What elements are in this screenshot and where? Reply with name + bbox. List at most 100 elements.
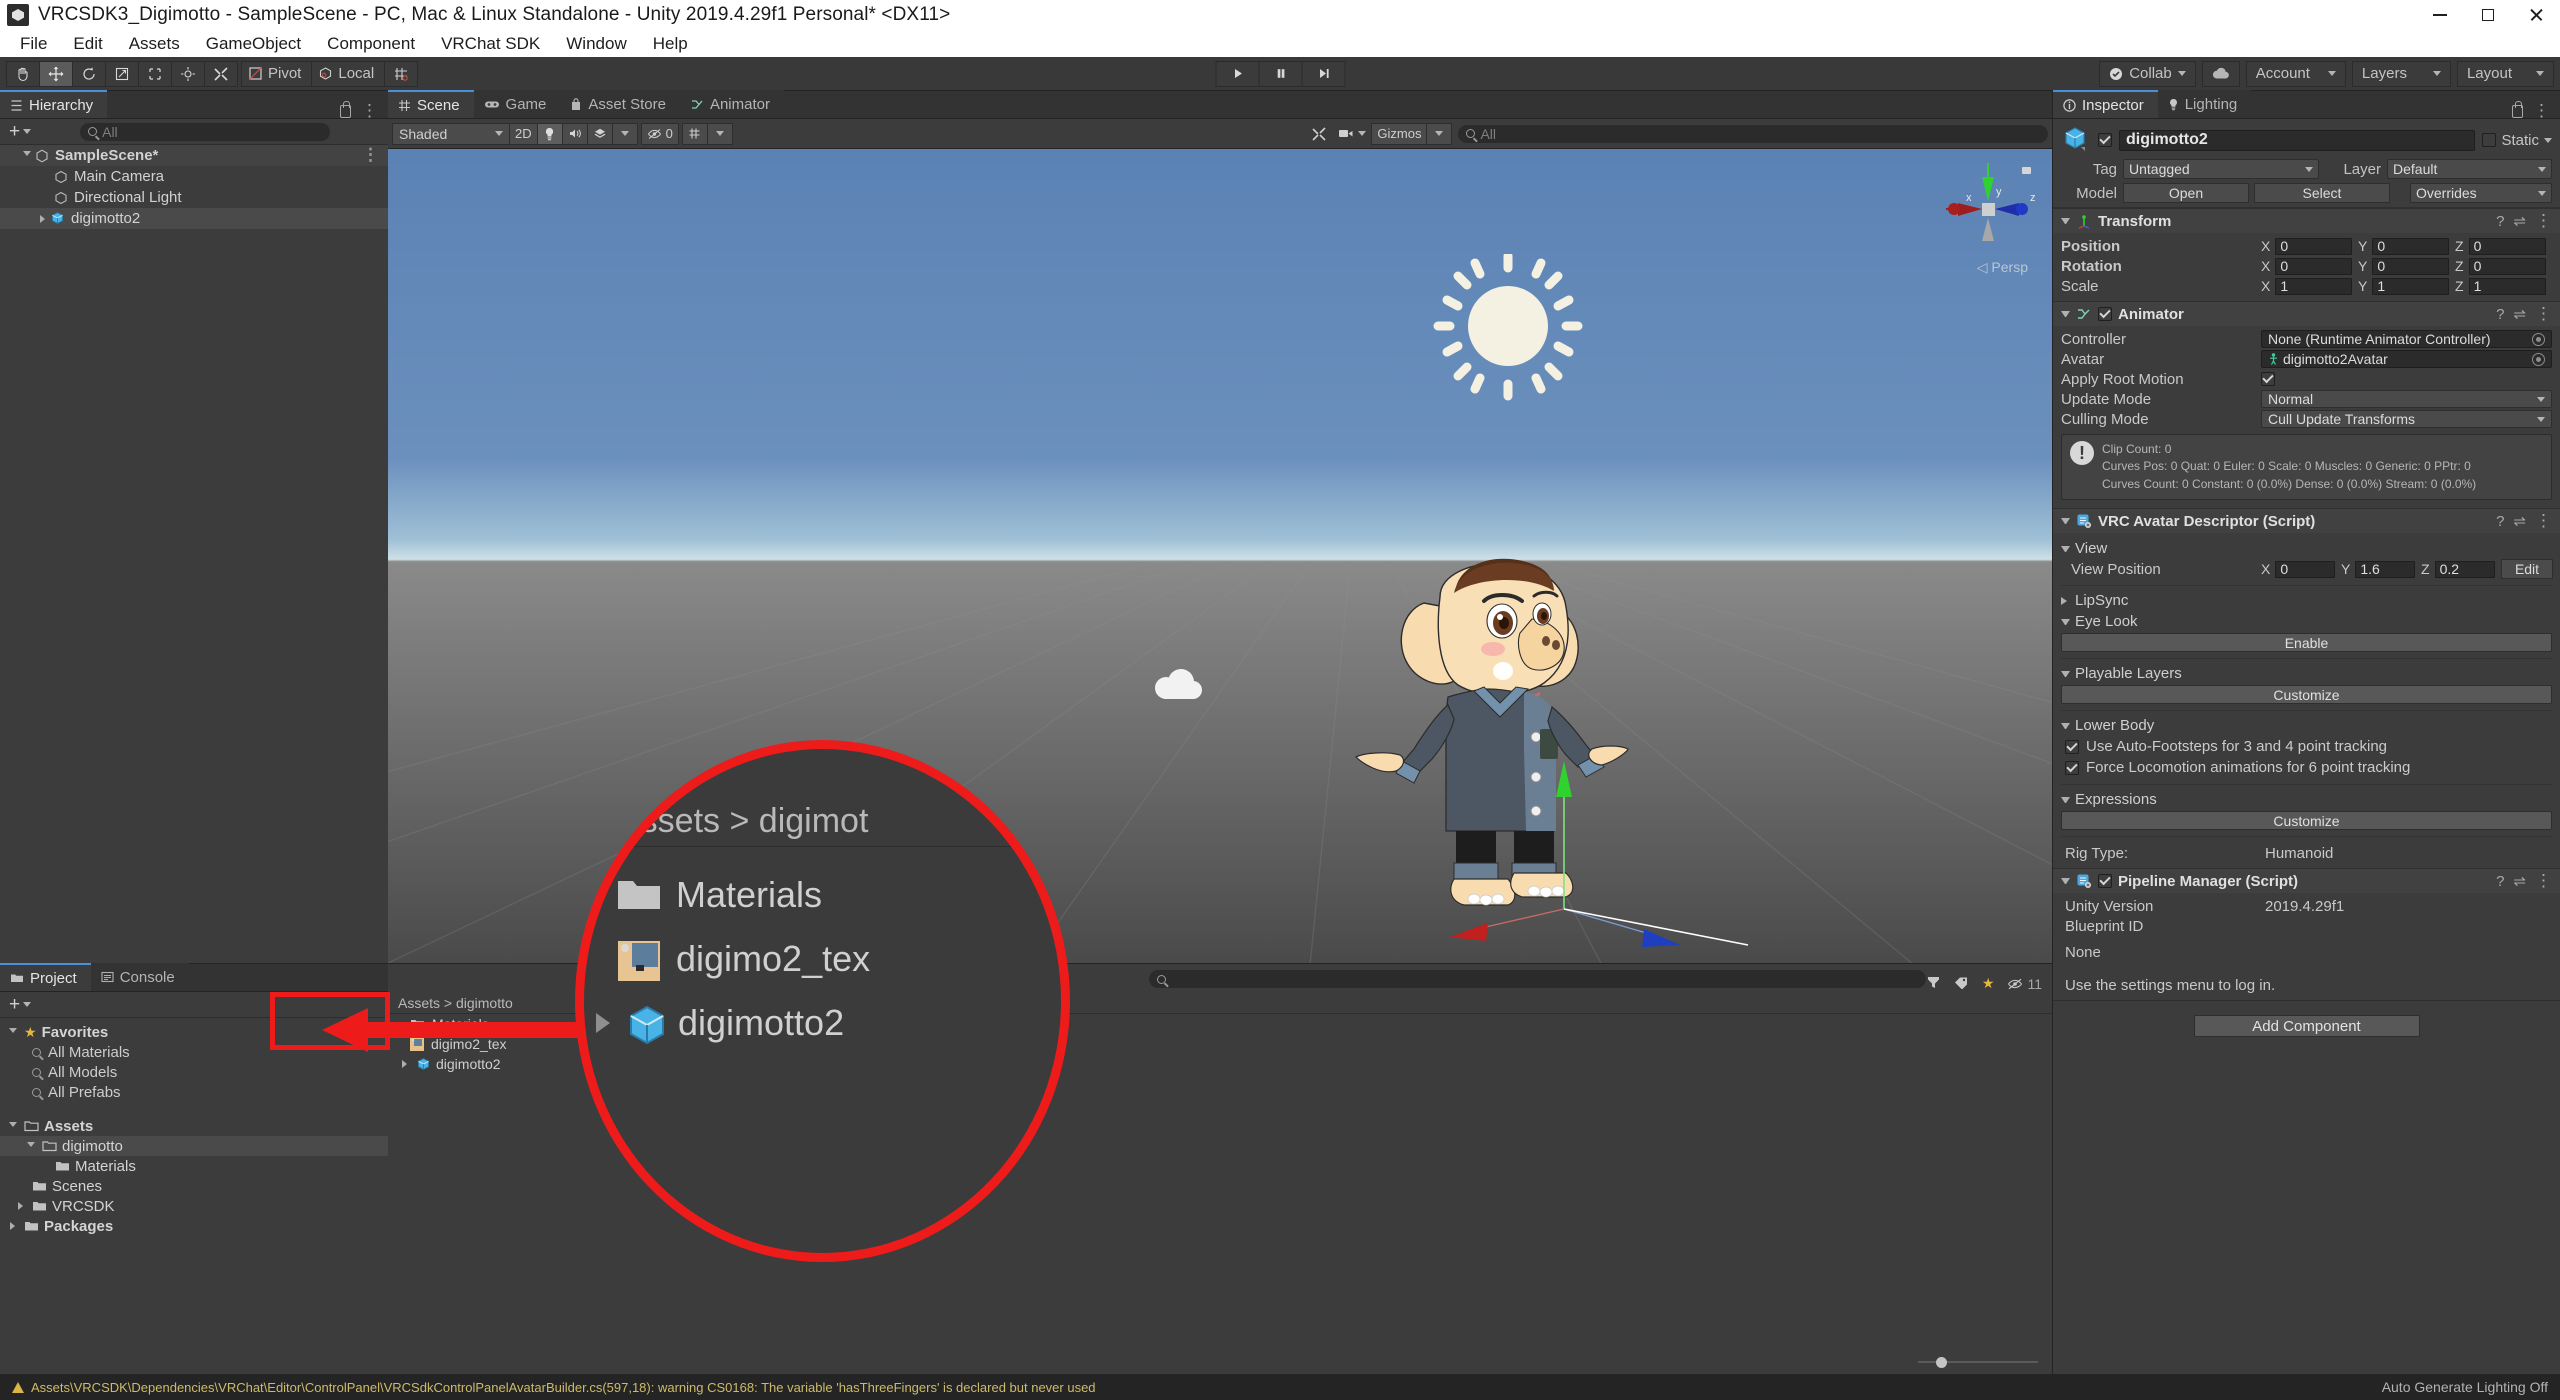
- inspector-menu-icon[interactable]: ⋮: [2533, 102, 2550, 119]
- menu-assets[interactable]: Assets: [116, 32, 193, 56]
- chevron-down-icon[interactable]: [2061, 722, 2070, 729]
- culling-mode-dropdown[interactable]: Cull Update Transforms: [2261, 410, 2552, 428]
- scene-camera-button[interactable]: [1332, 123, 1372, 145]
- scale-tool-button[interactable]: [105, 60, 139, 87]
- chevron-down-icon[interactable]: [2061, 518, 2070, 525]
- eyelook-section-header[interactable]: Eye Look: [2061, 613, 2552, 630]
- object-name-input[interactable]: digimotto2: [2119, 129, 2476, 151]
- project-tree-scenes[interactable]: Scenes: [0, 1176, 388, 1196]
- object-enabled-checkbox[interactable]: [2098, 133, 2112, 147]
- hierarchy-search-input[interactable]: All: [80, 122, 331, 141]
- status-bar[interactable]: Assets\VRCSDK\Dependencies\VRChat\Editor…: [0, 1374, 2560, 1400]
- chevron-right-icon[interactable]: [36, 214, 49, 223]
- pipeline-manager-header[interactable]: Pipeline Manager (Script) ? ⇌ ⋮: [2053, 869, 2560, 894]
- position-x-input[interactable]: 0: [2275, 237, 2352, 255]
- chevron-right-icon[interactable]: [2061, 596, 2070, 605]
- preset-icon[interactable]: ⇌: [2513, 212, 2526, 230]
- step-button[interactable]: [1301, 60, 1346, 87]
- hierarchy-add-button[interactable]: +: [6, 121, 34, 143]
- scale-z-input[interactable]: 1: [2468, 277, 2546, 295]
- pause-button[interactable]: [1258, 60, 1303, 87]
- force-locomotion-checkbox[interactable]: [2065, 760, 2079, 775]
- gizmos-chevron[interactable]: [1426, 122, 1453, 145]
- help-icon[interactable]: ?: [2496, 873, 2504, 890]
- position-y-input[interactable]: 0: [2372, 237, 2449, 255]
- menu-window[interactable]: Window: [553, 32, 639, 56]
- rotation-y-input[interactable]: 0: [2372, 257, 2449, 275]
- transform-header[interactable]: Transform ? ⇌ ⋮: [2053, 209, 2560, 233]
- view-position-x-input[interactable]: 0: [2275, 560, 2335, 578]
- tab-hierarchy[interactable]: Hierarchy: [0, 90, 108, 118]
- gizmos-dropdown[interactable]: Gizmos: [1371, 122, 1428, 145]
- pivot-toggle-button[interactable]: Pivot: [241, 60, 313, 87]
- pipeline-enabled-checkbox[interactable]: [2098, 874, 2112, 889]
- scene-hidden-objects-toggle[interactable]: 0: [640, 122, 679, 145]
- hidden-assets-icon[interactable]: 11: [2007, 976, 2042, 992]
- view-position-y-input[interactable]: 1.6: [2355, 560, 2415, 578]
- chevron-down-icon[interactable]: [6, 1027, 19, 1037]
- rotation-x-input[interactable]: 0: [2275, 257, 2352, 275]
- auto-footsteps-row[interactable]: Use Auto-Footsteps for 3 and 4 point tra…: [2061, 736, 2552, 757]
- tab-scene[interactable]: Scene: [388, 90, 474, 118]
- layout-button[interactable]: Layout: [2456, 60, 2554, 87]
- model-select-button[interactable]: Select: [2254, 183, 2390, 203]
- preset-icon[interactable]: ⇌: [2513, 512, 2526, 530]
- force-locomotion-row[interactable]: Force Locomotion animations for 6 point …: [2061, 757, 2552, 778]
- scene-context-menu-icon[interactable]: ⋮: [362, 146, 379, 163]
- chevron-right-icon[interactable]: [6, 1222, 19, 1230]
- menu-edit[interactable]: Edit: [60, 32, 115, 56]
- hierarchy-item-samplescene[interactable]: SampleScene* ⋮: [0, 145, 388, 166]
- chevron-right-icon[interactable]: [14, 1202, 27, 1210]
- preset-icon[interactable]: ⇌: [2513, 305, 2526, 323]
- apply-root-motion-checkbox[interactable]: [2261, 372, 2275, 386]
- custom-tool-button[interactable]: [204, 60, 238, 87]
- animator-controller-field[interactable]: None (Runtime Animator Controller): [2261, 330, 2552, 348]
- local-toggle-button[interactable]: Local: [311, 60, 386, 87]
- tab-animator[interactable]: Animator: [679, 90, 784, 118]
- scale-y-input[interactable]: 1: [2372, 277, 2449, 295]
- project-tree-materials[interactable]: Materials: [0, 1156, 388, 1176]
- tab-console[interactable]: Console: [90, 963, 189, 991]
- lock-icon[interactable]: [340, 101, 351, 118]
- animator-avatar-field[interactable]: digimotto2Avatar: [2261, 350, 2552, 368]
- project-tree-vrcsdk[interactable]: VRCSDK: [0, 1196, 388, 1216]
- menu-file[interactable]: File: [7, 32, 60, 56]
- rotate-tool-button[interactable]: [72, 60, 106, 87]
- filter-by-type-icon[interactable]: [1926, 975, 1941, 992]
- hand-tool-button[interactable]: [6, 60, 40, 87]
- static-checkbox[interactable]: [2482, 133, 2497, 147]
- 2d-toggle-button[interactable]: 2D: [509, 122, 538, 145]
- lipsync-section-header[interactable]: LipSync: [2061, 592, 2552, 609]
- expressions-section-header[interactable]: Expressions: [2061, 791, 2552, 808]
- favorite-star-icon[interactable]: ★: [1982, 975, 1995, 992]
- shading-mode-dropdown[interactable]: Shaded: [392, 122, 510, 145]
- scene-fx-toggle[interactable]: [586, 122, 613, 145]
- menu-gameobject[interactable]: GameObject: [193, 32, 314, 56]
- menu-help[interactable]: Help: [640, 32, 701, 56]
- eyelook-enable-button[interactable]: Enable: [2061, 633, 2552, 653]
- help-icon[interactable]: ?: [2496, 513, 2504, 530]
- filter-by-label-icon[interactable]: [1954, 976, 1969, 992]
- chevron-down-icon[interactable]: [2061, 796, 2070, 803]
- chevron-down-icon[interactable]: [2061, 670, 2070, 677]
- menu-vrchat-sdk[interactable]: VRChat SDK: [428, 32, 553, 56]
- scene-fx-dropdown[interactable]: [611, 122, 638, 145]
- position-z-input[interactable]: 0: [2468, 237, 2546, 255]
- scale-x-input[interactable]: 1: [2275, 277, 2352, 295]
- minimize-button[interactable]: [2416, 0, 2464, 30]
- layers-button[interactable]: Layers: [2351, 60, 2451, 87]
- help-icon[interactable]: ?: [2496, 306, 2504, 323]
- preset-icon[interactable]: ⇌: [2513, 872, 2526, 890]
- move-gizmo[interactable]: [1428, 669, 1758, 949]
- tag-dropdown[interactable]: Untagged: [2123, 159, 2319, 179]
- animator-enabled-checkbox[interactable]: [2098, 307, 2112, 321]
- cloud-button[interactable]: [2201, 60, 2240, 87]
- scene-lighting-toggle[interactable]: [536, 122, 563, 145]
- account-button[interactable]: Account: [2245, 60, 2346, 87]
- chevron-down-icon[interactable]: [24, 1141, 37, 1151]
- tab-asset-store[interactable]: Asset Store: [560, 90, 680, 118]
- view-section-header[interactable]: View: [2061, 540, 2552, 557]
- close-button[interactable]: [2512, 0, 2560, 30]
- hierarchy-item-digimotto2[interactable]: digimotto2: [0, 208, 388, 229]
- playable-layers-customize-button[interactable]: Customize: [2061, 685, 2552, 705]
